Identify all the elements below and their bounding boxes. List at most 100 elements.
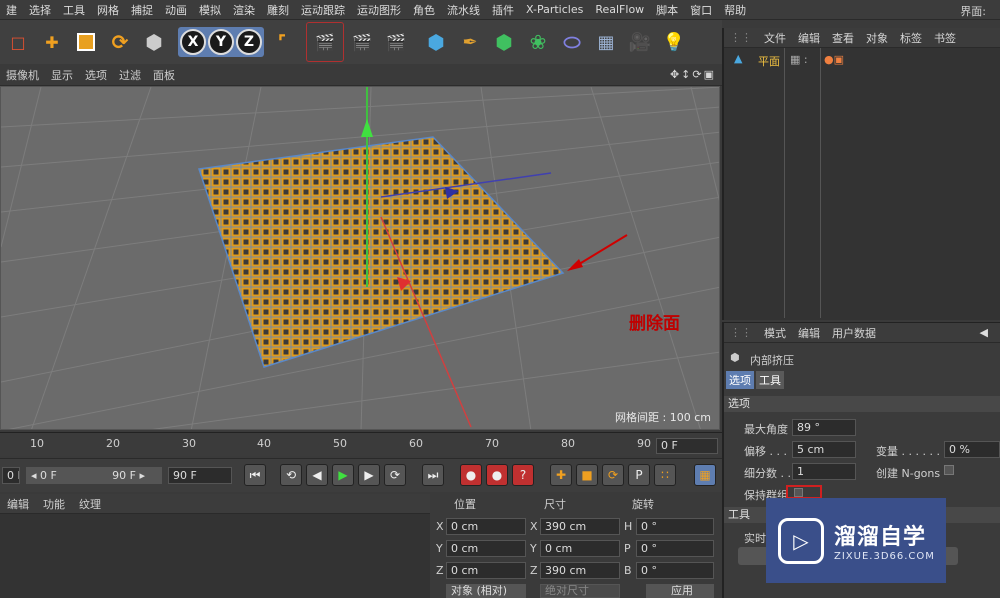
attributes-menu-mode[interactable]: 模式 [758, 325, 792, 341]
move-icon[interactable]: ✚ [36, 25, 68, 59]
size-x-field[interactable]: 390 cm [540, 518, 620, 535]
go-to-start-icon[interactable]: ⏮ [244, 464, 266, 486]
menu-item[interactable]: 网格 [91, 2, 125, 18]
render-view-icon[interactable]: 🎬 [309, 25, 341, 59]
objects-menu-file[interactable]: 文件 [758, 30, 792, 46]
objects-menu-edit[interactable]: 编辑 [792, 30, 826, 46]
key-pla-icon[interactable]: ∷ [654, 464, 676, 486]
menu-item[interactable]: 选择 [23, 2, 57, 18]
tab-options[interactable]: 选项 [726, 371, 754, 389]
record-active-icon[interactable]: ● [460, 464, 482, 486]
menu-item[interactable]: 角色 [407, 2, 441, 18]
next-frame-icon[interactable]: ▶ [358, 464, 380, 486]
plane-mesh[interactable] [198, 136, 565, 368]
previous-key-icon[interactable]: ⟲ [280, 464, 302, 486]
axis-x-button[interactable]: X [180, 29, 206, 55]
variance-field[interactable]: 0 % [944, 441, 1000, 458]
subdivision-icon[interactable]: ⬢ [488, 25, 520, 59]
coordinate-mode-select[interactable]: 对象 (相对) [446, 584, 526, 598]
keyframe-selection-icon[interactable]: ? [512, 464, 534, 486]
menu-item[interactable]: 动画 [159, 2, 193, 18]
menu-item[interactable]: 雕刻 [261, 2, 295, 18]
start-frame-field[interactable]: 0 F [2, 467, 20, 484]
model-mode-icon[interactable]: ⬢ [138, 25, 170, 59]
menu-item[interactable]: 运动图形 [351, 2, 407, 18]
menu-item[interactable]: 运动跟踪 [295, 2, 351, 18]
objects-menu-view[interactable]: 查看 [826, 30, 860, 46]
camera-icon[interactable]: 🎥 [624, 25, 656, 59]
menu-item[interactable]: 脚本 [650, 2, 684, 18]
timeline-mode-icon[interactable]: ▦ [694, 464, 716, 486]
menu-item[interactable]: 插件 [486, 2, 520, 18]
viewport-navigation-icons[interactable]: ✥↕⟳▣ [670, 68, 716, 81]
next-key-icon[interactable]: ⟳ [384, 464, 406, 486]
key-parameter-icon[interactable]: P [628, 464, 650, 486]
menu-item[interactable]: RealFlow [589, 3, 650, 16]
object-row-plane[interactable]: ▲ 平面 ▦ : ●▣ [724, 52, 1000, 68]
coordinate-system-icon[interactable]: ⌜ [266, 25, 298, 59]
visibility-toggle-icon[interactable]: ▦ : [790, 53, 808, 66]
autokey-icon[interactable]: ● [486, 464, 508, 486]
key-position-icon[interactable]: ✚ [550, 464, 572, 486]
apply-button[interactable]: 应用 [646, 584, 714, 598]
attributes-menu-edit[interactable]: 编辑 [792, 325, 826, 341]
render-picture-viewer-icon[interactable]: 🎬 [346, 25, 378, 59]
subdivision-field[interactable]: 1 [792, 463, 856, 480]
live-selection-icon[interactable]: □ [2, 25, 34, 59]
rot-h-field[interactable]: 0 ° [636, 518, 714, 535]
frame-range-slider[interactable]: ◂ 0 F 90 F ▸ [26, 467, 162, 484]
light-icon[interactable]: 💡 [658, 25, 690, 59]
deformer-icon[interactable]: ⬭ [556, 25, 588, 59]
axis-y-button[interactable]: Y [208, 29, 234, 55]
grip-icon[interactable]: ⋮⋮ [724, 31, 758, 44]
viewport-menu-filter[interactable]: 过滤 [113, 67, 147, 83]
menu-item[interactable]: X-Particles [520, 3, 589, 16]
key-scale-icon[interactable]: ■ [576, 464, 598, 486]
attributes-menu-userdata[interactable]: 用户数据 [826, 325, 882, 341]
menu-item[interactable]: 渲染 [227, 2, 261, 18]
objects-menu-object[interactable]: 对象 [860, 30, 894, 46]
objects-menu-bookmark[interactable]: 书签 [928, 30, 962, 46]
floor-icon[interactable]: ▦ [590, 25, 622, 59]
max-angle-field[interactable]: 89 ° [792, 419, 856, 436]
menu-item[interactable]: 流水线 [441, 2, 486, 18]
objects-menu-tag[interactable]: 标签 [894, 30, 928, 46]
tab-tool[interactable]: 工具 [756, 371, 784, 389]
cube-icon[interactable]: ⬢ [420, 25, 452, 59]
size-y-field[interactable]: 0 cm [540, 540, 620, 557]
viewport-menu-options[interactable]: 选项 [79, 67, 113, 83]
pen-spline-icon[interactable]: ✒ [454, 25, 486, 59]
end-frame-field[interactable]: 90 F [168, 467, 232, 484]
grip-icon[interactable]: ⋮⋮ [724, 326, 758, 339]
go-to-end-icon[interactable]: ⏭ [422, 464, 444, 486]
rotate-icon[interactable]: ⟳ [104, 25, 136, 59]
viewport-menu-panel[interactable]: 面板 [147, 67, 181, 83]
material-menu-function[interactable]: 功能 [36, 496, 72, 512]
menu-item[interactable]: 捕捉 [125, 2, 159, 18]
key-rotation-icon[interactable]: ⟳ [602, 464, 624, 486]
timeline-ruler[interactable]: 10 20 30 40 50 60 70 80 90 [0, 432, 722, 456]
scale-icon[interactable] [70, 25, 102, 59]
material-menu-texture[interactable]: 纹理 [72, 496, 108, 512]
viewport-3d[interactable]: 删除面 网格间距 : 100 cm [0, 86, 720, 430]
offset-field[interactable]: 5 cm [792, 441, 856, 458]
create-ngons-checkbox[interactable] [944, 465, 954, 475]
size-mode-select[interactable]: 绝对尺寸 [540, 584, 620, 598]
play-icon[interactable]: ▶ [332, 464, 354, 486]
mograph-icon[interactable]: ❀ [522, 25, 554, 59]
menu-item[interactable]: 窗口 [684, 2, 718, 18]
current-frame-field[interactable]: 0 F [656, 438, 718, 454]
pos-y-field[interactable]: 0 cm [446, 540, 526, 557]
previous-frame-icon[interactable]: ◀ [306, 464, 328, 486]
axis-z-button[interactable]: Z [236, 29, 262, 55]
pos-x-field[interactable]: 0 cm [446, 518, 526, 535]
object-name[interactable]: 平面 [758, 53, 780, 69]
material-tag-icon[interactable]: ●▣ [824, 53, 844, 66]
render-settings-icon[interactable]: 🎬 [380, 25, 412, 59]
viewport-menu-camera[interactable]: 摄像机 [0, 67, 45, 83]
menu-item[interactable]: 模拟 [193, 2, 227, 18]
back-arrow-icon[interactable]: ◀ [974, 326, 994, 339]
rot-p-field[interactable]: 0 ° [636, 540, 714, 557]
material-menu-edit[interactable]: 编辑 [0, 496, 36, 512]
viewport-menu-display[interactable]: 显示 [45, 67, 79, 83]
